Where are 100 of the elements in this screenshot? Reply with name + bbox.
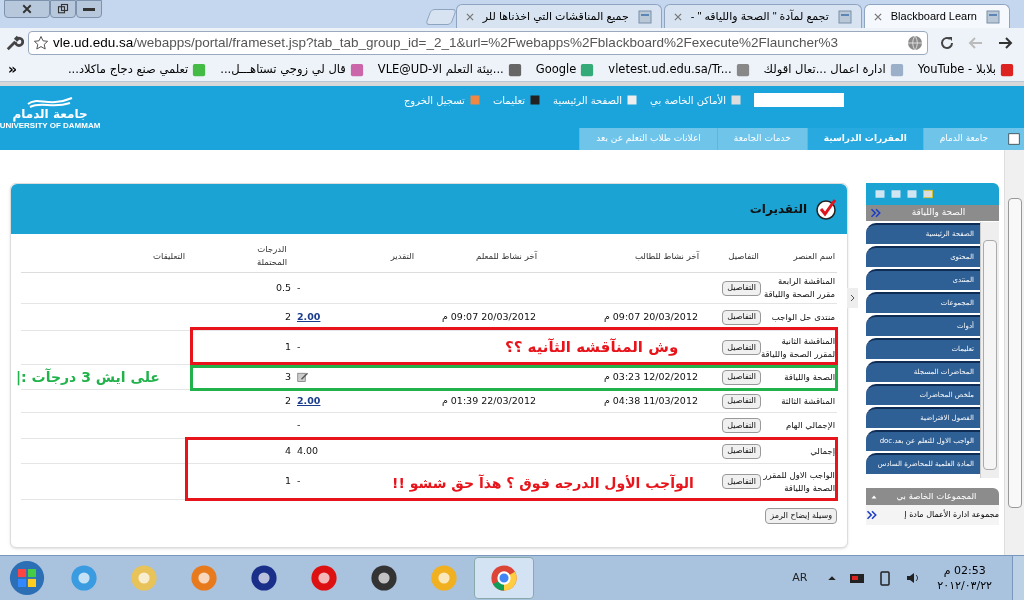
app-icon (190, 564, 218, 592)
back-icon (968, 35, 984, 51)
annotation-text: الوآجب الأول الدرجه فوق ؟ هذآ حق ششو !! (392, 473, 694, 494)
annotation-text: على ايش 3 درجآت :| (16, 367, 160, 388)
double-arrow-icon (870, 207, 882, 219)
details-button[interactable]: التفاصيل (722, 309, 761, 325)
item-name: الإجمالي الهام (784, 419, 836, 432)
possible-points: 0.5 (275, 281, 291, 293)
logo-text: جامعة الدمام (12, 108, 88, 120)
grade-link[interactable]: 2.00 (297, 393, 321, 409)
details-button[interactable]: التفاصيل (722, 393, 761, 409)
bookmark[interactable]: قال لي زوجي تستاهـــل... (220, 60, 364, 79)
app-icon (250, 564, 278, 592)
forward-icon (997, 35, 1014, 51)
close-icon (21, 3, 33, 15)
menu-scrollbar[interactable] (980, 222, 999, 478)
restore-icon (57, 3, 69, 15)
teacher-activity: 22/03/2012 01:39 م (441, 394, 536, 406)
item-name: الواجب الاول للمقرر الصحة واللياقة (762, 468, 836, 495)
clock-date: ٢٠١٢/٠٣/٢٢ (937, 578, 992, 593)
restore-button[interactable] (50, 0, 76, 18)
student-activity: 11/03/2012 04:38 م (603, 394, 698, 406)
student-activity: 20/03/2012 09:07 م (603, 310, 698, 322)
show-desktop-button[interactable] (1012, 556, 1024, 600)
url-text: vle.ud.edu.sa/webapps/portal/frameset.jsp?tab_tab_group_id=_2_1&url=%2Fwebapps%2Fblackboard%2Fexecute%2Flauncher%3 (53, 33, 839, 52)
grade-link[interactable]: 2.00 (297, 309, 321, 325)
clock-time: 02:53 م (943, 563, 986, 578)
details-button[interactable]: التفاصيل (722, 418, 761, 434)
student-activity: 12/02/2012 03:23 م (603, 370, 698, 382)
column-header: التعليقات (152, 249, 186, 263)
app-icon (370, 564, 398, 592)
collapse-handle[interactable] (847, 288, 858, 308)
app-icon (130, 564, 158, 592)
item-name: المناقشة الثانية لمقرر الصحة واللياقة (761, 334, 836, 361)
item-name: منتدى حل الواجب (770, 310, 836, 324)
logo-subtitle: UNIVERSITY OF DAMMAM (0, 122, 101, 130)
close-icon (872, 11, 883, 22)
item-name: إجمالي (809, 444, 836, 458)
column-header: اسم العنصر (792, 249, 836, 263)
column-header: التفاصيل (727, 249, 760, 263)
portal-icon-tab[interactable] (1004, 128, 1024, 150)
bookmark[interactable]: VLE@UD-بيئة التعلم الا... (377, 60, 522, 79)
pencil-icon (297, 371, 309, 383)
details-button[interactable]: التفاصيل (722, 474, 761, 490)
taskbar-app[interactable] (474, 557, 534, 599)
possible-points: 2 (284, 394, 291, 406)
details-button[interactable]: التفاصيل (722, 369, 761, 385)
browser-tab[interactable]: تجمع لمآدة " الصحة واللياقه " - (663, 4, 862, 28)
column-header: الدرجات المحتملة (255, 243, 289, 269)
annotation-text: وش المنآقشه الثآنيه ؟؟ (505, 337, 679, 358)
windows-logo-icon (9, 560, 45, 596)
bookmark[interactable]: تعلمي صنع دجاج ماكلاد... (67, 60, 207, 79)
item-name: المناقشة الثالثة (780, 394, 836, 408)
language-indicator[interactable]: AR (792, 569, 808, 587)
possible-points: 3 (284, 370, 291, 382)
more-bookmarks[interactable]: » (8, 59, 28, 80)
reload-icon (938, 35, 955, 51)
bookmark[interactable]: YouTube - بلابلا (917, 60, 1014, 79)
possible-points: 2 (284, 310, 291, 322)
legend-button[interactable]: وسيلة إيضاح الرمز (765, 508, 837, 524)
panel-title: التقديرات (749, 201, 807, 218)
details-button[interactable]: التفاصيل (722, 340, 761, 356)
double-arrow-icon (866, 509, 878, 521)
list-icon (922, 188, 934, 200)
minimize-icon (83, 7, 95, 11)
grade-value: - (297, 280, 301, 295)
bookmark[interactable]: ادارة اعمال ...تعال اقولك (763, 60, 904, 79)
browser-tab[interactable]: جميع المناقشات التي اخذناها للر (455, 4, 662, 28)
app-icon (70, 564, 98, 592)
check-icon (815, 197, 839, 221)
grade-value: - (297, 474, 301, 489)
column-header: التقدير (389, 249, 415, 263)
grade-value: - (297, 340, 301, 355)
column-header: آخر نشاط للمعلم (475, 249, 539, 263)
item-name: المناقشة الرابعة مقرر الصحة واللياقة (762, 275, 836, 301)
details-button[interactable]: التفاصيل (722, 443, 761, 459)
browser-tab[interactable]: Blackboard Learn (863, 4, 1010, 28)
minimize-button[interactable] (76, 0, 102, 18)
grade-value: - (297, 418, 301, 433)
bookmark[interactable]: vletest.ud.edu.sa/Tr... (608, 60, 750, 79)
details-button[interactable]: التفاصيل (722, 280, 761, 296)
star-icon (33, 35, 49, 51)
address-field[interactable]: vle.ud.edu.sa/webapps/portal/frameset.jsp?tab_tab_group_id=_2_1&url=%2Fwebapps%2Fblackboard%2Fexecute%2Flauncher%3 (28, 31, 928, 55)
app-icon (310, 564, 338, 592)
chrome-icon (490, 564, 518, 592)
possible-points: 1 (284, 475, 291, 487)
close-icon (464, 11, 475, 22)
wrench-icon (4, 33, 24, 53)
teacher-activity: 20/03/2012 09:07 م (441, 310, 536, 322)
page-scrollbar[interactable] (1004, 150, 1024, 555)
chevron-right-icon (848, 294, 857, 302)
close-button[interactable] (4, 0, 50, 18)
close-icon (672, 11, 683, 22)
bookmark[interactable]: Google (535, 60, 595, 79)
item-name: الصحة واللياقة (783, 370, 836, 384)
app-icon (430, 564, 458, 592)
possible-points: 4 (284, 444, 291, 456)
logo-icon (26, 94, 74, 108)
column-header: آخر نشاط للطالب (634, 249, 701, 263)
grade-value: 4.00 (297, 443, 319, 458)
